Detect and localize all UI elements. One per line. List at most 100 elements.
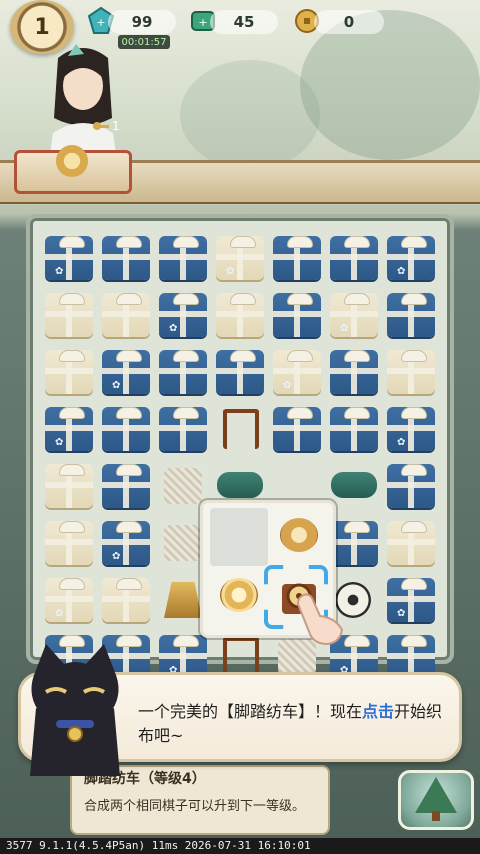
gift-box-icon <box>45 464 93 508</box>
game-screen: 1 + 99 00:01:57 + 45 0 1 ✿ ✿ ✿ ✿ ✿ ✿ ✿ ✿ ✿ ✿ ✿ ✿ ✿ ✿ <box>0 0 480 854</box>
side-scene-button[interactable] <box>398 770 474 830</box>
gift-box-icon: ✿ <box>387 236 435 280</box>
gift-box-icon: ✿ <box>387 578 435 622</box>
item-tile[interactable] <box>213 401 267 455</box>
debug-status-bar: 3577 9.1.1(4.5.4P5an) 11ms 2026-07-31 16… <box>0 838 480 854</box>
highlight-cell-spool[interactable] <box>210 568 268 626</box>
cloth-roll-icon <box>217 472 263 498</box>
gift-box-icon: ✿ <box>330 293 378 337</box>
tree-icon <box>415 777 457 821</box>
key-count: 1 <box>112 119 120 133</box>
gift-box-icon: ✿ <box>387 407 435 451</box>
gift-box-tile[interactable]: ✿ <box>384 230 438 284</box>
key-order: 1 <box>92 119 120 133</box>
highlight-cell-empty[interactable] <box>210 508 268 566</box>
gift-box-tile[interactable] <box>42 287 96 341</box>
gift-box-icon <box>159 236 207 280</box>
gift-box-icon <box>387 464 435 508</box>
gift-box-tile[interactable] <box>156 344 210 398</box>
bell-icon <box>164 582 202 618</box>
loom-frame-icon <box>223 637 259 677</box>
coin-counter[interactable]: 0 <box>314 10 384 34</box>
yarn-spool-icon <box>280 518 318 552</box>
gift-box-tile[interactable]: ✿ <box>156 287 210 341</box>
gift-box-tile[interactable] <box>270 230 324 284</box>
gift-box-icon <box>102 407 150 451</box>
gift-box-icon: ✿ <box>45 407 93 451</box>
gift-box-tile[interactable] <box>99 287 153 341</box>
gift-box-icon <box>102 578 150 622</box>
gift-box-icon <box>216 293 264 337</box>
gift-box-tile[interactable] <box>384 287 438 341</box>
gift-box-tile[interactable] <box>270 401 324 455</box>
black-cat-mascot <box>30 644 120 776</box>
gift-box-icon <box>330 521 378 565</box>
gift-box-tile[interactable] <box>99 572 153 626</box>
item-info-description: 合成两个相同棋子可以升到下一等级。 <box>84 799 306 814</box>
gift-box-tile[interactable] <box>270 287 324 341</box>
gift-box-icon <box>45 293 93 337</box>
gift-box-icon: ✿ <box>159 293 207 337</box>
gift-box-icon <box>159 350 207 394</box>
gift-box-tile[interactable]: ✿ <box>213 230 267 284</box>
thread-spool-icon <box>220 578 258 612</box>
gift-box-tile[interactable] <box>156 230 210 284</box>
gift-box-icon: ✿ <box>45 578 93 622</box>
gift-box-icon: ✿ <box>45 236 93 280</box>
gift-box-icon <box>273 407 321 451</box>
gift-box-tile[interactable]: ✿ <box>384 401 438 455</box>
gift-box-icon <box>273 236 321 280</box>
gift-box-icon <box>330 407 378 451</box>
coin-item-icon <box>56 145 88 177</box>
gift-box-icon <box>273 293 321 337</box>
gem-counter[interactable]: 99 <box>108 10 176 34</box>
gift-box-tile[interactable] <box>99 230 153 284</box>
gift-box-tile[interactable]: ✿ <box>42 230 96 284</box>
gift-box-tile[interactable]: ✿ <box>42 572 96 626</box>
gift-box-tile[interactable]: ✿ <box>384 572 438 626</box>
gift-box-tile[interactable]: ✿ <box>42 401 96 455</box>
gift-box-tile[interactable] <box>327 401 381 455</box>
key-icon <box>93 122 109 130</box>
dialog-text-part: 一个完美的【脚踏纺车】！现在 <box>138 702 363 721</box>
highlight-cell-basket[interactable] <box>270 508 328 566</box>
gift-box-tile[interactable] <box>42 344 96 398</box>
gift-box-tile[interactable] <box>42 515 96 569</box>
gift-box-tile[interactable] <box>156 401 210 455</box>
coin-count: 0 <box>343 13 355 31</box>
gift-box-icon <box>330 236 378 280</box>
gift-box-tile[interactable]: ✿ <box>327 287 381 341</box>
gift-box-tile[interactable] <box>384 515 438 569</box>
gift-box-icon <box>330 350 378 394</box>
pointer-hand-icon <box>296 593 344 646</box>
gift-box-icon <box>387 350 435 394</box>
gift-box-tile[interactable]: ✿ <box>270 344 324 398</box>
gift-box-tile[interactable]: ✿ <box>99 515 153 569</box>
level-number: 1 <box>34 14 50 40</box>
gift-box-tile[interactable] <box>327 230 381 284</box>
gift-box-tile[interactable] <box>327 344 381 398</box>
gift-box-tile[interactable] <box>99 458 153 512</box>
gift-box-tile[interactable] <box>384 458 438 512</box>
gift-box-icon <box>45 521 93 565</box>
gift-box-tile[interactable] <box>384 344 438 398</box>
energy-counter[interactable]: 45 <box>210 10 278 34</box>
web-basket-icon <box>164 525 202 561</box>
gift-box-tile[interactable]: ✿ <box>99 344 153 398</box>
energy-count: 45 <box>233 13 255 31</box>
gift-box-icon <box>102 293 150 337</box>
gift-box-icon <box>102 464 150 508</box>
gift-box-tile[interactable] <box>213 287 267 341</box>
dialog-text: 一个完美的【脚踏纺车】！现在点击开始织布吧~ <box>138 700 454 748</box>
gift-box-icon: ✿ <box>102 521 150 565</box>
gift-box-tile[interactable] <box>99 401 153 455</box>
cloth-roll-icon <box>331 472 377 498</box>
gift-box-icon <box>216 350 264 394</box>
loom-frame-icon <box>223 409 259 449</box>
gift-box-tile[interactable] <box>42 458 96 512</box>
web-basket-icon <box>164 468 202 504</box>
gift-box-tile[interactable] <box>213 344 267 398</box>
dialog-highlight-word: 点击 <box>362 702 395 721</box>
svg-text:+: + <box>96 16 105 29</box>
gift-box-icon <box>102 236 150 280</box>
